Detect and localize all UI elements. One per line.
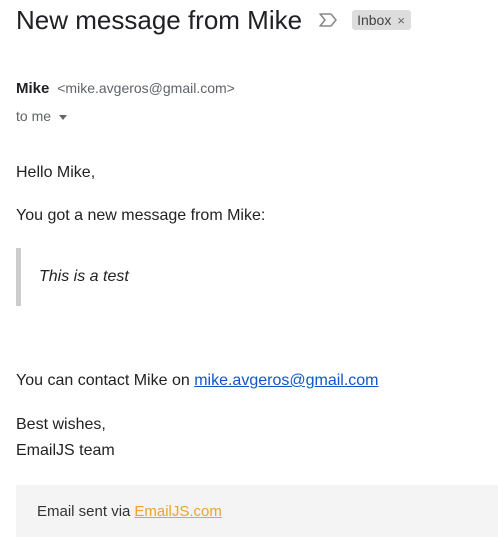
recipient-details-toggle[interactable]: to me <box>16 108 68 124</box>
sender-name[interactable]: Mike <box>16 80 49 97</box>
emailjs-link[interactable]: EmailJS.com <box>134 503 222 520</box>
contact-email-link[interactable]: mike.avgeros@gmail.com <box>194 372 378 389</box>
contact-line: You can contact Mike on mike.avgeros@gma… <box>16 372 379 390</box>
inbox-label-chip: Inbox × <box>352 10 411 30</box>
importance-marker-icon[interactable] <box>318 12 338 28</box>
subject-row: New message from Mike Inbox × <box>16 4 411 36</box>
email-footer: Email sent via EmailJS.com <box>16 485 498 537</box>
close-icon[interactable]: × <box>397 14 405 27</box>
message-quote-block: This is a test <box>16 248 476 306</box>
sender-email: <mike.avgeros@gmail.com> <box>57 80 235 96</box>
signoff-line-1: Best wishes, <box>16 416 106 433</box>
message-quote-text: This is a test <box>39 268 129 285</box>
email-subject: New message from Mike <box>16 5 303 35</box>
signoff-line-2: EmailJS team <box>16 442 115 459</box>
message-intro: You got a new message from Mike: <box>16 207 266 224</box>
inbox-label-text: Inbox <box>357 12 392 28</box>
contact-prefix: You can contact Mike on <box>16 372 190 389</box>
importance-marker-svg <box>319 13 337 27</box>
recipient-label: to me <box>16 108 52 124</box>
chevron-down-icon[interactable] <box>59 114 68 120</box>
sender-row: Mike <mike.avgeros@gmail.com> <box>16 80 235 97</box>
footer-prefix: Email sent via <box>37 502 131 520</box>
message-greeting: Hello Mike, <box>16 164 96 181</box>
